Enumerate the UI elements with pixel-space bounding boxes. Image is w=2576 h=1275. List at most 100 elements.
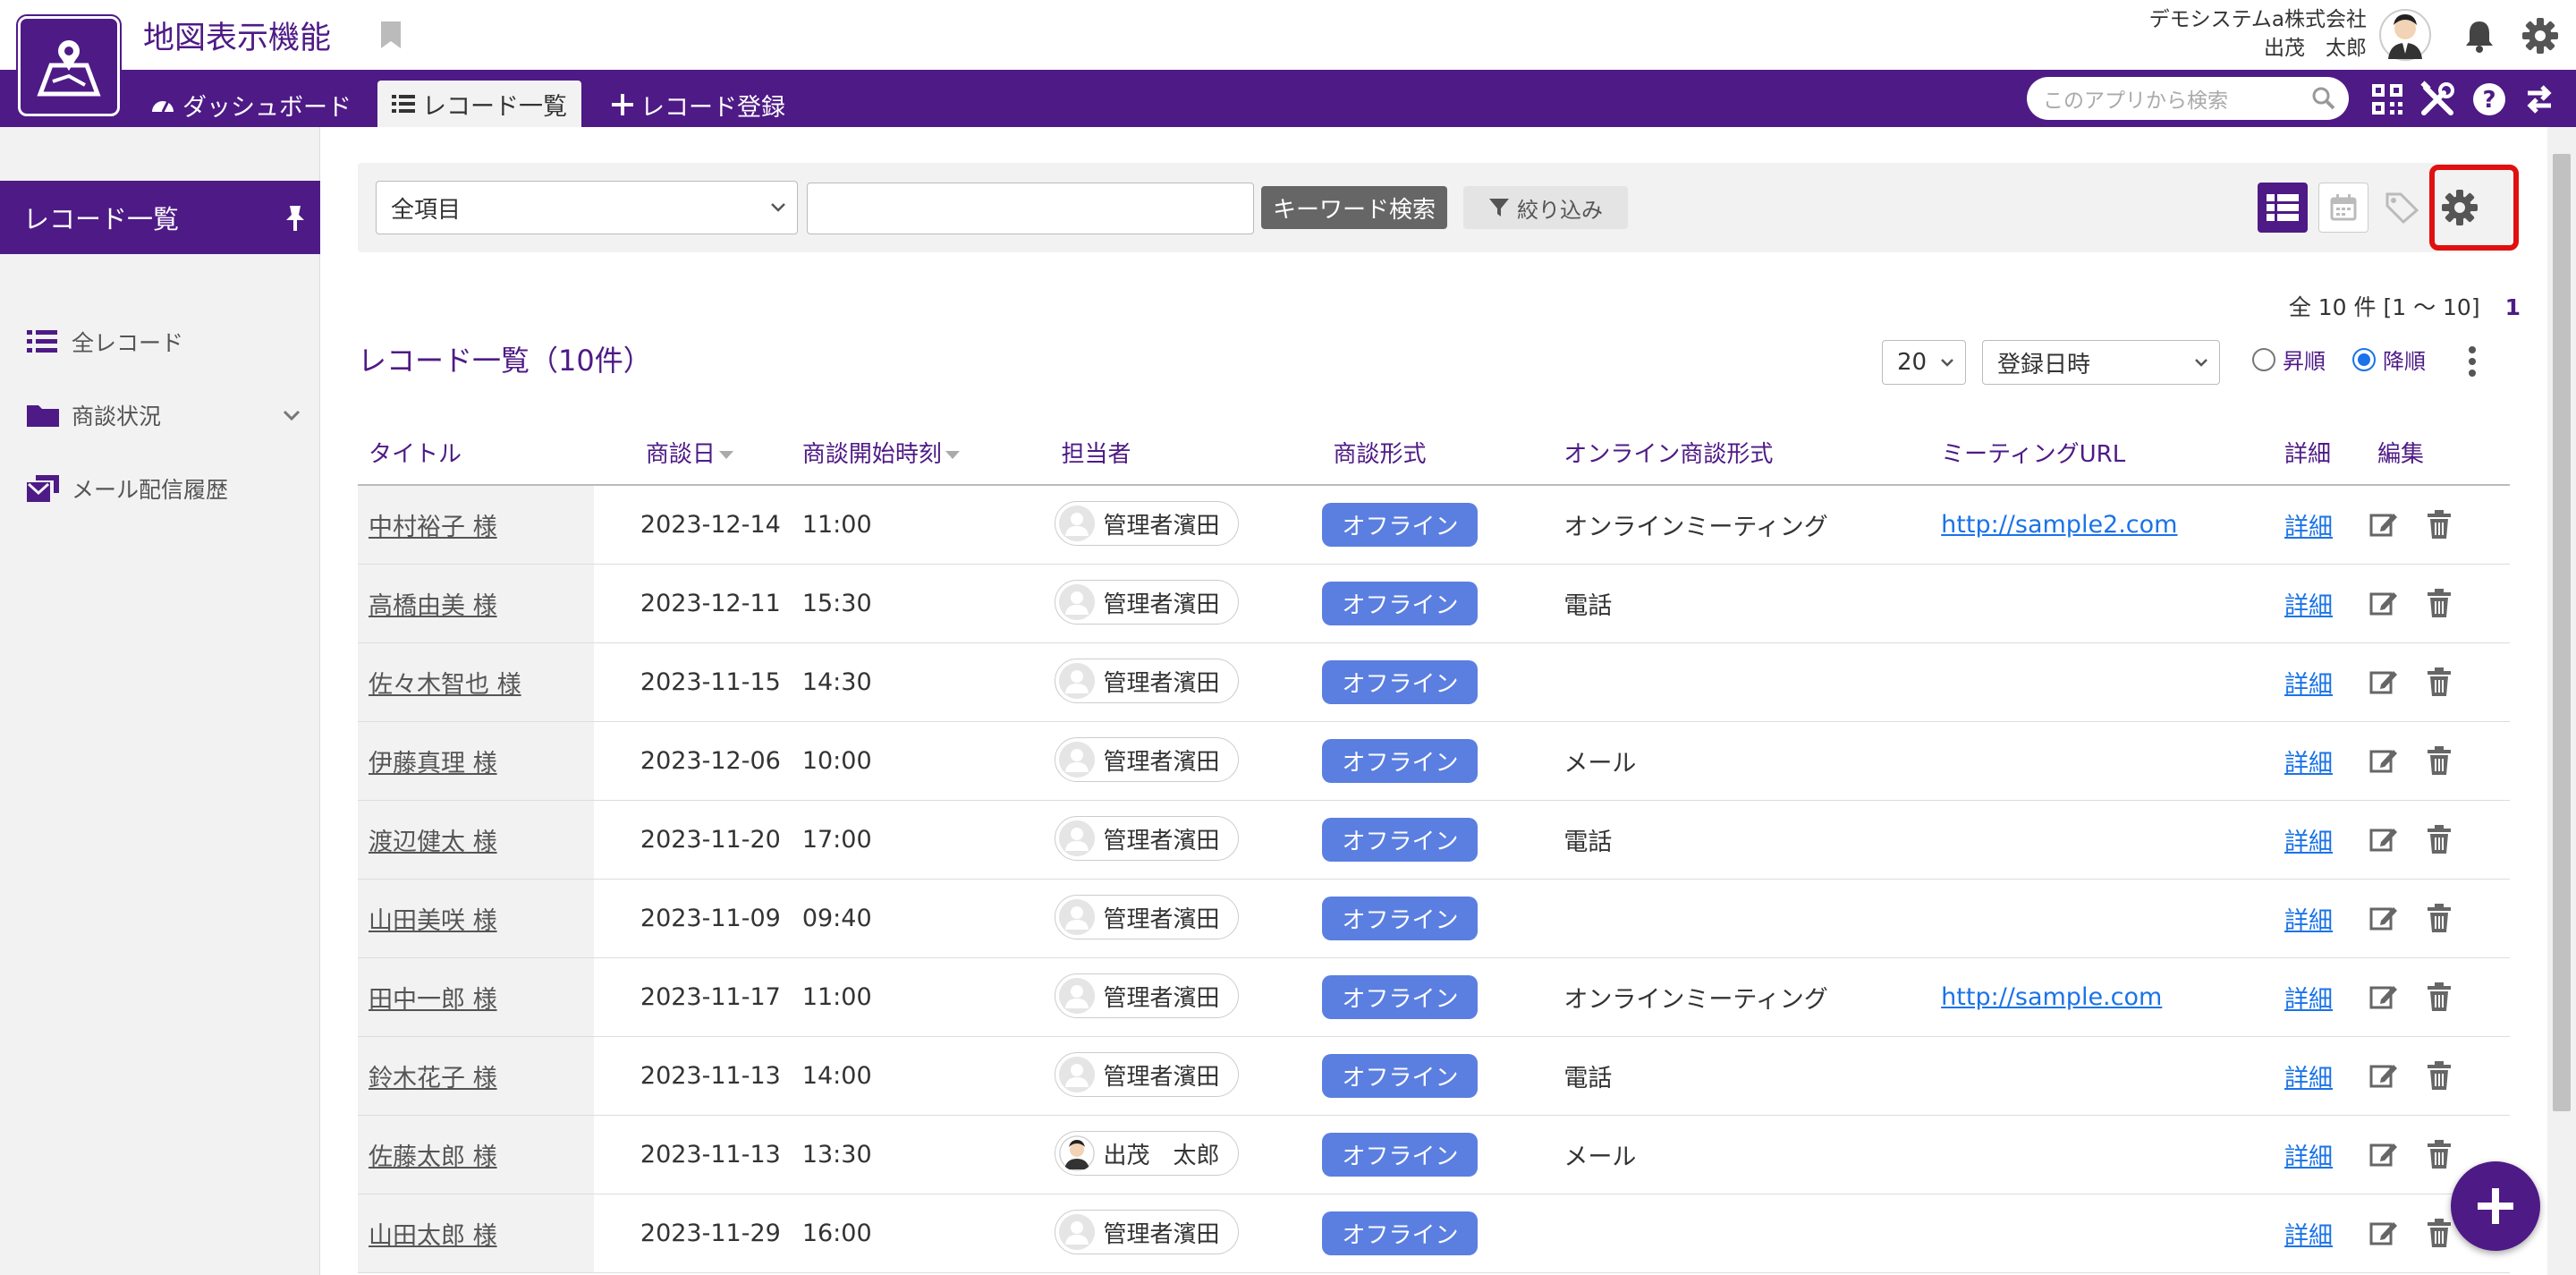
add-record-fab[interactable] — [2451, 1161, 2540, 1251]
trash-icon[interactable] — [2426, 588, 2453, 618]
vertical-scrollbar[interactable] — [2547, 127, 2576, 1275]
trash-icon[interactable] — [2426, 903, 2453, 933]
tag-view-button[interactable] — [2377, 183, 2428, 233]
record-title-link[interactable]: 山田美咲 様 — [369, 907, 497, 935]
sort-asc-radio[interactable]: 昇順 — [2252, 344, 2326, 375]
trash-icon[interactable] — [2426, 824, 2453, 854]
notification-bell-icon[interactable] — [2462, 18, 2497, 54]
plus-icon — [2478, 1188, 2513, 1224]
user-avatar[interactable] — [2379, 7, 2431, 63]
record-title-link[interactable]: 伊藤真理 様 — [369, 750, 497, 778]
owner-chip[interactable]: 管理者濱田 — [1054, 580, 1239, 625]
record-title-link[interactable]: 山田太郎 様 — [369, 1222, 497, 1250]
edit-icon[interactable] — [2368, 588, 2399, 618]
edit-icon[interactable] — [2368, 982, 2399, 1012]
switch-arrows-icon[interactable] — [2521, 81, 2558, 118]
col-header-mode[interactable]: 商談形式 — [1311, 421, 1554, 486]
edit-icon[interactable] — [2368, 824, 2399, 854]
record-title-link[interactable]: 鈴木花子 様 — [369, 1065, 497, 1092]
filter-button[interactable]: 絞り込み — [1463, 186, 1628, 229]
radio-asc[interactable] — [2252, 347, 2275, 371]
owner-name: 管理者濱田 — [1103, 984, 1220, 1012]
col-header-title[interactable]: タイトル — [358, 421, 594, 486]
calendar-view-button[interactable] — [2318, 183, 2368, 233]
edit-icon[interactable] — [2368, 1139, 2399, 1169]
search-icon[interactable] — [2311, 86, 2336, 111]
sidebar-item-mail-history[interactable]: メール配信履歴 — [27, 471, 228, 506]
record-title-link[interactable]: 佐々木智也 様 — [369, 671, 521, 699]
record-title-link[interactable]: 渡辺健太 様 — [369, 829, 497, 856]
sidebar-item-deal-status[interactable]: 商談状況 — [27, 397, 304, 433]
col-header-date[interactable]: 商談日 — [593, 421, 792, 486]
edit-icon[interactable] — [2368, 509, 2399, 540]
owner-chip[interactable]: 管理者濱田 — [1054, 501, 1239, 547]
edit-icon[interactable] — [2368, 1218, 2399, 1248]
nav-record-list[interactable]: レコード一覧 — [377, 81, 581, 127]
edit-icon[interactable] — [2368, 667, 2399, 697]
bookmark-icon[interactable] — [379, 20, 402, 50]
trash-icon[interactable] — [2426, 1218, 2453, 1248]
trash-icon[interactable] — [2426, 509, 2453, 540]
col-header-owner[interactable]: 担当者 — [1043, 421, 1312, 486]
edit-icon[interactable] — [2368, 1060, 2399, 1091]
detail-link[interactable]: 詳細 — [2284, 907, 2333, 935]
record-title-link[interactable]: 中村裕子 様 — [369, 514, 497, 541]
owner-name: 管理者濱田 — [1103, 748, 1220, 776]
qr-code-icon[interactable] — [2368, 81, 2406, 118]
trash-icon[interactable] — [2426, 982, 2453, 1012]
nav-dashboard[interactable]: ダッシュボード — [136, 82, 366, 127]
scrollbar-thumb[interactable] — [2553, 154, 2571, 1111]
radio-desc[interactable] — [2352, 347, 2376, 371]
detail-link[interactable]: 詳細 — [2284, 514, 2333, 541]
owner-chip[interactable]: 管理者濱田 — [1054, 1052, 1239, 1097]
app-search-input[interactable]: このアプリから検索 — [2027, 77, 2349, 120]
detail-link[interactable]: 詳細 — [2284, 592, 2333, 620]
trash-icon[interactable] — [2426, 1139, 2453, 1169]
edit-icon[interactable] — [2368, 903, 2399, 933]
sidebar-item-label: 全レコード — [72, 330, 184, 356]
sidebar-item-all-records[interactable]: 全レコード — [27, 324, 183, 360]
owner-chip[interactable]: 管理者濱田 — [1054, 737, 1239, 782]
col-header-online-type[interactable]: オンライン商談形式 — [1553, 421, 1931, 486]
sort-desc-radio[interactable]: 降順 — [2352, 344, 2426, 375]
detail-link[interactable]: 詳細 — [2284, 1222, 2333, 1250]
meeting-url-link[interactable]: http://sample.com — [1941, 983, 2162, 1011]
detail-link[interactable]: 詳細 — [2284, 1143, 2333, 1171]
owner-chip[interactable]: 出茂 太郎 — [1054, 1131, 1239, 1176]
nav-record-add[interactable]: レコード登録 — [597, 82, 800, 127]
pin-icon[interactable] — [283, 204, 308, 231]
app-logo-icon[interactable] — [18, 16, 120, 116]
more-menu-icon[interactable] — [2467, 345, 2478, 378]
field-select[interactable]: 全項目 — [376, 181, 798, 234]
record-title-link[interactable]: 田中一郎 様 — [369, 986, 497, 1014]
owner-chip[interactable]: 管理者濱田 — [1054, 895, 1239, 939]
list-view-button[interactable] — [2258, 183, 2308, 233]
owner-chip[interactable]: 管理者濱田 — [1054, 973, 1239, 1018]
detail-link[interactable]: 詳細 — [2284, 829, 2333, 856]
record-title-link[interactable]: 高橋由美 様 — [369, 592, 497, 620]
detail-link[interactable]: 詳細 — [2284, 1065, 2333, 1092]
detail-link[interactable]: 詳細 — [2284, 986, 2333, 1014]
keyword-input[interactable] — [807, 183, 1254, 234]
trash-icon[interactable] — [2426, 667, 2453, 697]
settings-gear-icon[interactable] — [2521, 16, 2560, 55]
sort-field-select[interactable]: 登録日時 — [1982, 340, 2220, 385]
keyword-search-button[interactable]: キーワード検索 — [1261, 186, 1447, 229]
chevron-down-icon[interactable] — [283, 409, 301, 421]
detail-link[interactable]: 詳細 — [2284, 750, 2333, 778]
tools-icon[interactable] — [2419, 81, 2456, 118]
owner-chip[interactable]: 管理者濱田 — [1054, 816, 1239, 861]
record-title-link[interactable]: 佐藤太郎 様 — [369, 1143, 497, 1171]
col-header-meeting-url[interactable]: ミーティングURL — [1930, 421, 2275, 486]
edit-icon[interactable] — [2368, 745, 2399, 776]
col-header-start-time[interactable]: 商談開始時刻 — [791, 421, 1044, 486]
meeting-url-link[interactable]: http://sample2.com — [1941, 511, 2177, 539]
owner-chip[interactable]: 管理者濱田 — [1054, 1210, 1239, 1254]
trash-icon[interactable] — [2426, 1060, 2453, 1091]
per-page-select[interactable]: 20 — [1882, 340, 1966, 385]
page-number[interactable]: 1 — [2505, 294, 2521, 320]
trash-icon[interactable] — [2426, 745, 2453, 776]
help-icon[interactable]: ? — [2470, 81, 2508, 118]
detail-link[interactable]: 詳細 — [2284, 671, 2333, 699]
owner-chip[interactable]: 管理者濱田 — [1054, 659, 1239, 703]
